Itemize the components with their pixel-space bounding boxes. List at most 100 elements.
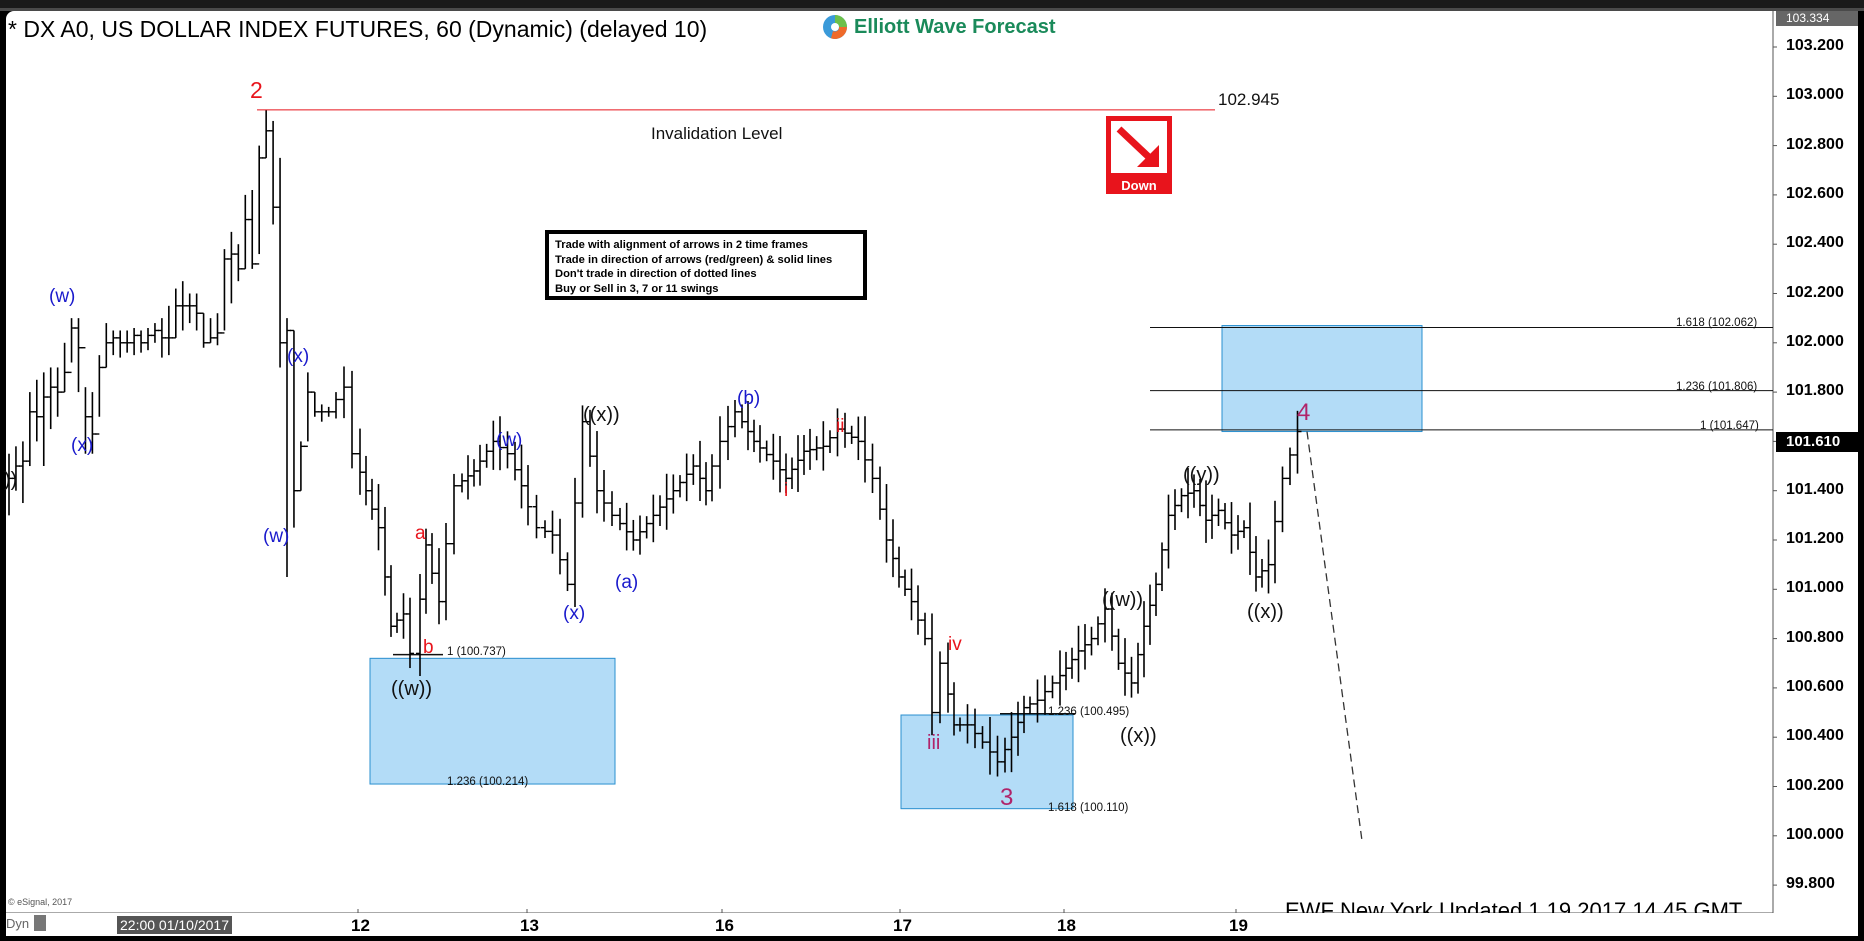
- x-tick-16: 16: [715, 916, 734, 935]
- wave-label-ii: ii: [836, 416, 845, 437]
- wave-label-xx: ((x)): [583, 404, 620, 426]
- wave-label-a: a: [415, 523, 426, 544]
- ohlc-bar: [458, 473, 466, 493]
- wave-label-xx: ((x)): [1247, 601, 1284, 623]
- ohlc-bar: [616, 507, 624, 531]
- ohlc-bar: [826, 430, 834, 453]
- ohlc-bar: [662, 473, 671, 530]
- ohlc-bar: [1258, 558, 1266, 588]
- ohlc-bar: [921, 612, 929, 646]
- ohlc-bar: [1026, 696, 1034, 715]
- ohlc-bar: [1127, 656, 1136, 698]
- x-tick-17: 17: [893, 916, 912, 935]
- ohlc-bar: [1074, 625, 1083, 683]
- ohlc-bar: [450, 473, 458, 555]
- wave-label-3: 3: [1000, 784, 1014, 811]
- y-tick-label: 101.000: [1786, 579, 1844, 597]
- ohlc-bar: [381, 506, 389, 596]
- ohlc-bar: [593, 431, 601, 514]
- y-tick-label: 102.200: [1786, 283, 1844, 301]
- ohlc-bar: [517, 444, 526, 509]
- wave-label-w: (w): [496, 430, 523, 451]
- ohlc-bar: [213, 313, 222, 346]
- ohlc-bar: [629, 519, 638, 551]
- ohlc-bar: [317, 404, 326, 422]
- lock-icon[interactable]: [34, 915, 46, 931]
- y-tick-label: 100.200: [1786, 776, 1844, 794]
- y-tick-label: 102.600: [1786, 184, 1844, 202]
- ohlc-bar: [199, 312, 208, 348]
- ohlc-bar: [868, 443, 877, 494]
- ohlc-bar: [776, 435, 784, 493]
- price-chart[interactable]: [0, 0, 1864, 941]
- ohlc-bar: [1068, 647, 1076, 679]
- ohlc-bar: [1221, 503, 1229, 530]
- ohlc-bar: [1164, 494, 1173, 569]
- wave-label-iv: iv: [948, 634, 962, 655]
- ohlc-bar: [1056, 650, 1064, 706]
- ohlc-bar: [220, 249, 229, 334]
- invalidation-label: Invalidation Level: [651, 124, 783, 143]
- wave-4-target-zone: [1221, 325, 1423, 433]
- ohlc-bar: [563, 552, 572, 592]
- ohlc-bar: [1121, 638, 1129, 696]
- ohlc-bar: [192, 293, 201, 331]
- ohlc-bar: [206, 318, 215, 344]
- y-tick-label: 100.600: [1786, 677, 1844, 695]
- down-signal-badge: Down: [1106, 116, 1172, 194]
- ohlc-bar: [1177, 488, 1186, 513]
- ohlc-bar: [435, 548, 443, 625]
- ohlc-bar: [1171, 489, 1179, 530]
- x-tick-18: 18: [1057, 916, 1076, 935]
- ohlc-bar: [682, 453, 691, 502]
- ohlc-bar: [1152, 572, 1160, 616]
- ohlc-bar: [356, 428, 364, 495]
- ohlc-bar: [769, 433, 778, 480]
- ohlc-bar: [95, 355, 104, 435]
- ohlc-bar: [876, 466, 884, 520]
- zone2-top-label: 1.236 (100.495): [1048, 706, 1130, 718]
- ohlc-bar: [262, 109, 271, 159]
- wave-label-b: b: [423, 637, 434, 658]
- y-tick-label: 100.800: [1786, 628, 1844, 646]
- ohlc-bar: [39, 372, 48, 467]
- ohlc-bar: [541, 520, 549, 539]
- ohlc-bar: [67, 318, 76, 374]
- ohlc-bar: [656, 495, 664, 526]
- ohlc-bar: [406, 597, 414, 669]
- dynamic-mode-label[interactable]: Dyn: [6, 916, 29, 931]
- ohlc-bar: [296, 441, 305, 492]
- ohlc-bar: [482, 443, 491, 468]
- ohlc-bar: [907, 568, 916, 621]
- rule-line: Buy or Sell in 3, 7 or 11 swings: [555, 282, 719, 295]
- ohlc-bar: [1094, 616, 1102, 646]
- x-axis[interactable]: [6, 913, 1858, 936]
- x-tick-12: 12: [351, 916, 370, 935]
- ohlc-bar: [324, 406, 333, 417]
- y-tick-label: 103.200: [1786, 37, 1844, 54]
- cursor-date-tag: 22:00 01/10/2017: [117, 916, 232, 934]
- wave-label-w: (w): [263, 526, 290, 547]
- fib-label-1: 1 (101.647): [1700, 420, 1759, 432]
- y-tick-label: 101.800: [1786, 382, 1844, 400]
- wave-label-4: 4: [1297, 399, 1311, 426]
- ohlc-bar: [116, 330, 125, 358]
- ohlc-bar: [46, 367, 55, 430]
- down-signal-label: Down: [1121, 178, 1157, 193]
- y-axis-top-value: 103.334: [1776, 11, 1858, 26]
- ohlc-bar: [895, 546, 903, 588]
- ohlc-bar: [276, 157, 285, 368]
- brand-logo: Elliott Wave Forecast: [822, 14, 1056, 40]
- y-tick-label: 102.000: [1786, 332, 1844, 350]
- ohlc-bar: [524, 465, 532, 526]
- ohlc-bar: [600, 469, 608, 522]
- wave-label-partial: )): [4, 469, 18, 491]
- wave-label-2: 2: [250, 77, 263, 103]
- ohlc-bar: [1140, 601, 1148, 678]
- ohlc-bar: [716, 416, 724, 489]
- ohlc-bar: [1146, 584, 1154, 645]
- ohlc-bar: [164, 305, 173, 356]
- wave-label-x: (x): [563, 603, 586, 624]
- ohlc-bar: [914, 585, 922, 635]
- ohlc-bar: [1208, 494, 1216, 539]
